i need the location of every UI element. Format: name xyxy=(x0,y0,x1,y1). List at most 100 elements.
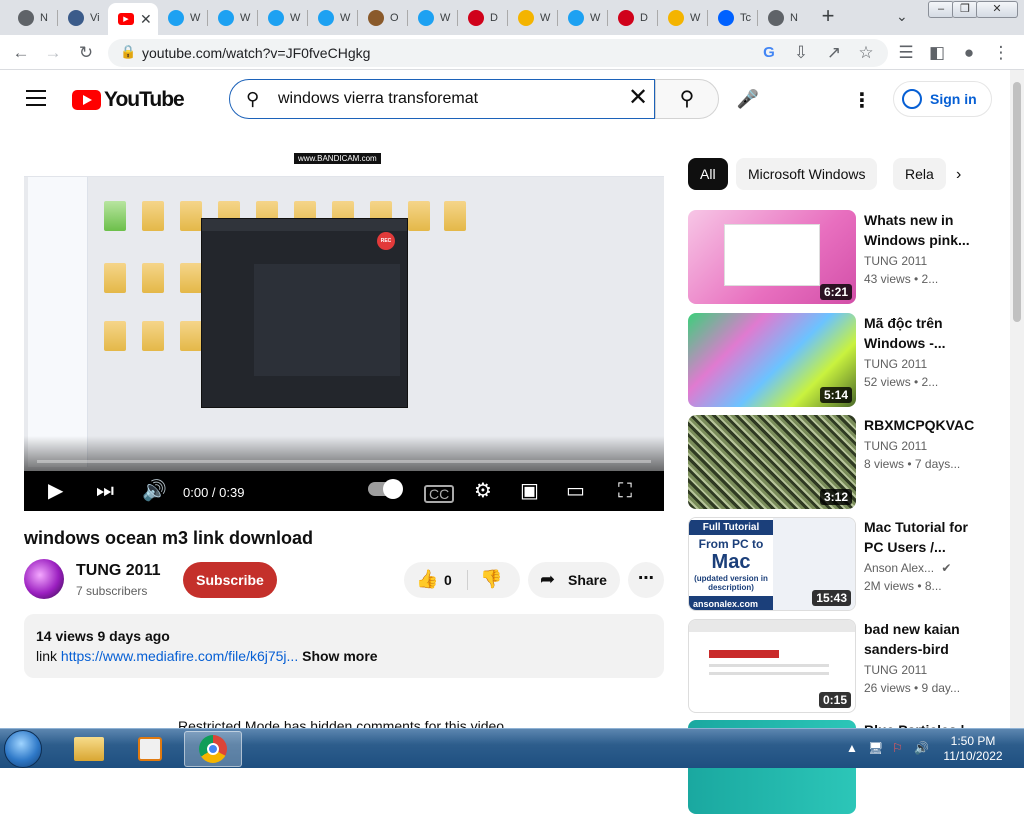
back-icon[interactable]: ← xyxy=(10,42,32,64)
like-icon[interactable]: 👍 xyxy=(416,569,438,590)
recommendation-channel[interactable]: TUNG 2011 xyxy=(864,254,927,268)
browser-tab[interactable]: W xyxy=(408,4,456,32)
recommendation-channel[interactable]: TUNG 2011 xyxy=(864,663,927,677)
browser-tab[interactable]: Vi xyxy=(58,4,106,32)
fullscreen-icon[interactable]: ⛶ xyxy=(618,477,632,505)
recommendation-channel[interactable]: TUNG 2011 xyxy=(864,357,927,371)
action-center-icon[interactable]: ⚐ xyxy=(892,741,903,755)
video-frame[interactable]: www.BANDICAM.com REC xyxy=(24,151,664,471)
description-box[interactable]: 14 views 9 days ago link https://www.med… xyxy=(24,614,664,678)
chip-all[interactable]: All xyxy=(688,158,728,190)
theater-mode-icon[interactable]: ▭ xyxy=(566,477,585,505)
captions-icon[interactable]: CC xyxy=(424,485,455,503)
recommendation-title[interactable]: Mã độc trên Windows -... xyxy=(864,313,978,353)
new-tab-button[interactable]: + xyxy=(817,5,839,28)
recommendation-channel[interactable]: Anson Alex... ✔ xyxy=(864,561,951,575)
share-button[interactable]: ➦ Share xyxy=(528,562,620,598)
video-thumbnail[interactable]: 6:21 xyxy=(688,210,856,304)
channel-avatar[interactable] xyxy=(24,559,64,599)
voice-search-button[interactable]: 🎤 xyxy=(728,79,768,119)
browser-tab[interactable]: N xyxy=(758,4,806,32)
recommendation-title[interactable]: Whats new in Windows pink... xyxy=(864,210,978,250)
settings-gear-icon[interactable]: ⚙ xyxy=(474,477,492,505)
recommendation-title[interactable]: RBXMCPQKVAC xyxy=(864,415,978,435)
media-controls-icon[interactable]: ☰ xyxy=(895,42,917,64)
restore-button[interactable]: ❐ xyxy=(952,1,978,18)
taskbar-media-player[interactable] xyxy=(122,731,180,767)
network-icon[interactable]: 🖥 xyxy=(868,741,883,755)
video-thumbnail[interactable]: 5:14 xyxy=(688,313,856,407)
video-player[interactable]: www.BANDICAM.com REC ▶ ⏭ 🔊 0:00 / 0:39 C… xyxy=(24,151,664,511)
recommendation-item[interactable]: Full Tutorial From PC to Mac (updated versi… xyxy=(688,517,978,611)
lock-icon[interactable]: 🔒 xyxy=(120,44,136,60)
recommendation-item[interactable]: 0:15 bad new kaian sanders-bird TUNG 2011 2… xyxy=(688,619,978,713)
reload-icon[interactable]: ↻ xyxy=(75,42,97,64)
bookmark-star-icon[interactable]: ☆ xyxy=(855,42,877,64)
close-window-button[interactable]: ✕ xyxy=(976,1,1018,18)
miniplayer-icon[interactable]: ▣ xyxy=(520,477,539,505)
close-tab-icon[interactable]: ✕ xyxy=(140,11,152,28)
taskbar-chrome[interactable] xyxy=(184,731,242,767)
hamburger-menu-icon[interactable] xyxy=(26,90,46,106)
forward-icon[interactable]: → xyxy=(42,42,64,64)
browser-tab[interactable]: Tc xyxy=(708,4,756,32)
dislike-icon[interactable]: 👎 xyxy=(480,569,502,590)
like-count[interactable]: 0 xyxy=(444,572,452,588)
browser-tab[interactable]: ▶ ✕ xyxy=(108,3,158,35)
start-button[interactable] xyxy=(4,730,42,768)
recommendation-item[interactable]: 6:21 Whats new in Windows pink... TUNG 201… xyxy=(688,210,978,304)
chevron-right-icon[interactable]: › xyxy=(956,166,961,184)
volume-icon[interactable]: 🔊 xyxy=(142,477,167,505)
next-icon[interactable]: ⏭ xyxy=(96,477,114,505)
google-icon[interactable]: G xyxy=(758,42,780,64)
browser-tab[interactable]: W xyxy=(508,4,556,32)
browser-tab[interactable]: W xyxy=(258,4,306,32)
clear-search-icon[interactable]: ✕ xyxy=(628,86,648,110)
browser-tab[interactable]: O xyxy=(358,4,406,32)
side-panel-icon[interactable]: ◧ xyxy=(926,42,948,64)
channel-name[interactable]: TUNG 2011 xyxy=(76,562,160,580)
description-link[interactable]: https://www.mediafire.com/file/k6j75j... xyxy=(61,648,298,664)
search-box[interactable]: ⚲ ✕ xyxy=(229,79,655,119)
show-more-button[interactable]: Show more xyxy=(302,648,377,664)
url-text[interactable]: youtube.com/watch?v=JF0fveCHgkg xyxy=(142,45,370,61)
browser-tab[interactable]: W xyxy=(158,4,206,32)
system-clock[interactable]: 1:50 PM 11/10/2022 xyxy=(938,734,1008,764)
video-thumbnail[interactable]: 3:12 xyxy=(688,415,856,509)
search-input[interactable] xyxy=(278,88,618,110)
chip-related[interactable]: Rela xyxy=(893,158,946,190)
minimize-button[interactable]: – xyxy=(928,1,954,18)
autoplay-toggle[interactable] xyxy=(368,479,403,499)
progress-bar[interactable] xyxy=(37,460,651,463)
more-actions-button[interactable]: ⋯ xyxy=(628,562,664,598)
show-hidden-icons[interactable]: ▲ xyxy=(846,741,858,755)
install-icon[interactable]: ⇩ xyxy=(790,42,812,64)
recommendation-item[interactable]: 5:14 Mã độc trên Windows -... TUNG 2011 52 … xyxy=(688,313,978,407)
video-thumbnail[interactable]: 0:15 xyxy=(688,619,856,713)
chip-microsoft-windows[interactable]: Microsoft Windows xyxy=(736,158,878,190)
browser-tab[interactable]: W xyxy=(658,4,706,32)
browser-tab[interactable]: W xyxy=(308,4,356,32)
recommendation-title[interactable]: bad new kaian sanders-bird xyxy=(864,619,978,659)
play-icon[interactable]: ▶ xyxy=(48,477,63,505)
browser-tab[interactable]: N xyxy=(8,4,56,32)
browser-menu-icon[interactable]: ⋮ xyxy=(990,42,1012,64)
youtube-logo[interactable]: YouTube xyxy=(72,88,185,112)
recommendation-title[interactable]: Mac Tutorial for PC Users /... xyxy=(864,517,978,557)
browser-tab[interactable]: W xyxy=(208,4,256,32)
browser-tab[interactable]: D xyxy=(458,4,506,32)
recommendation-item[interactable]: 3:12 RBXMCPQKVAC TUNG 2011 8 views • 7 days… xyxy=(688,415,978,509)
share-page-icon[interactable]: ↗ xyxy=(823,42,845,64)
video-thumbnail[interactable]: Full Tutorial From PC to Mac (updated versi… xyxy=(688,517,856,611)
profile-icon[interactable]: ● xyxy=(958,42,980,64)
taskbar-explorer[interactable] xyxy=(60,731,118,767)
recommendation-channel[interactable]: TUNG 2011 xyxy=(864,439,927,453)
sign-in-button[interactable]: Sign in xyxy=(893,81,992,117)
browser-tab[interactable]: D xyxy=(608,4,656,32)
search-button[interactable]: ⚲ xyxy=(655,79,719,119)
page-scrollbar[interactable] xyxy=(1010,70,1024,728)
tab-search-icon[interactable]: ⌄ xyxy=(896,8,908,25)
settings-menu-icon[interactable]: ⋮ xyxy=(852,88,872,113)
volume-tray-icon[interactable]: 🔊 xyxy=(914,741,929,755)
scrollbar-thumb[interactable] xyxy=(1013,82,1021,322)
